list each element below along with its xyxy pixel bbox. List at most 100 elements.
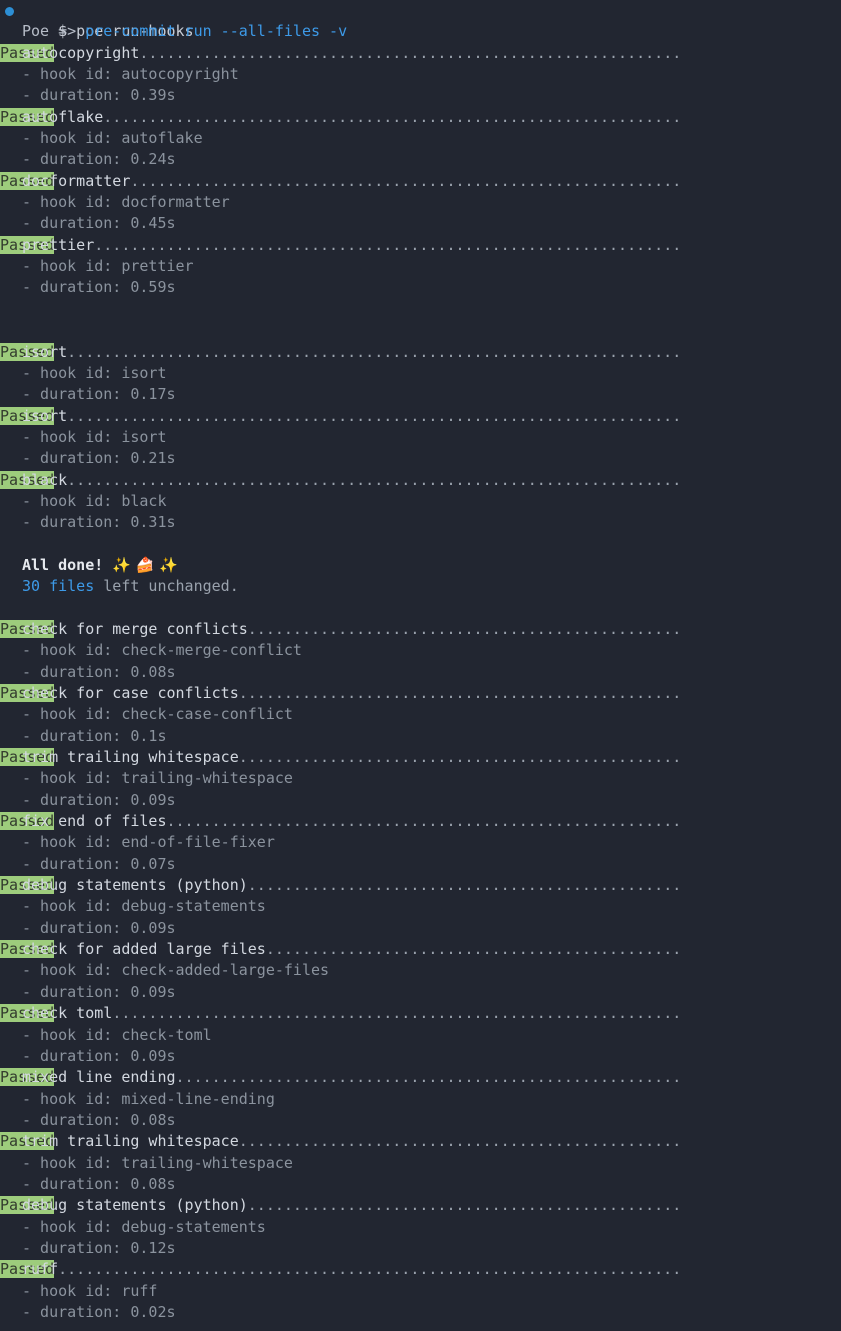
hook-name: ruff <box>22 1260 58 1278</box>
hook-duration-text: - duration: 0.1s <box>22 727 167 745</box>
hook-id-line: - hook id: debug-statements <box>0 896 841 917</box>
dot-leader: ........................................… <box>248 876 681 894</box>
poe-prefix-label: Poe => <box>22 22 85 40</box>
hook-duration-line: - duration: 0.09s <box>0 918 841 939</box>
hook-duration-text: - duration: 0.17s <box>22 385 176 403</box>
dot-leader: ........................................… <box>67 407 681 425</box>
hook-id-text: - hook id: prettier <box>22 257 194 275</box>
hook-name: debug statements (python) <box>22 876 248 894</box>
hook-duration-line: - duration: 0.09s <box>0 1046 841 1067</box>
hook-duration-text: - duration: 0.09s <box>22 983 176 1001</box>
hook-duration-text: - duration: 0.45s <box>22 214 176 232</box>
hook-id-text: - hook id: mixed-line-ending <box>22 1090 275 1108</box>
hook-duration-text: - duration: 0.09s <box>22 791 176 809</box>
hook-name: check for merge conflicts <box>22 620 248 638</box>
hook-id-line: - hook id: debug-statements <box>0 1217 841 1238</box>
hook-id-text: - hook id: check-added-large-files <box>22 961 329 979</box>
hook-id-line: - hook id: isort <box>0 427 841 448</box>
hook-duration-text: - duration: 0.02s <box>22 1303 176 1321</box>
hook-result-row: autocopyright...........................… <box>0 43 841 64</box>
hook-id-line: - hook id: trailing-whitespace <box>0 768 841 789</box>
hook-duration-line: - duration: 0.02s <box>0 1302 841 1323</box>
all-done-text: All done! <box>22 556 112 574</box>
hook-duration-text: - duration: 0.21s <box>22 449 176 467</box>
hook-id-text: - hook id: trailing-whitespace <box>22 1154 293 1172</box>
hook-duration-line: - duration: 0.12s <box>0 1238 841 1259</box>
hook-duration-line: - duration: 0.08s <box>0 1110 841 1131</box>
hook-id-text: - hook id: isort <box>22 428 167 446</box>
hook-name: trim trailing whitespace <box>22 748 239 766</box>
hook-duration-text: - duration: 0.09s <box>22 1047 176 1065</box>
hook-name: isort <box>22 407 67 425</box>
hook-duration-text: - duration: 0.24s <box>22 150 176 168</box>
dot-leader: ........................................… <box>94 236 681 254</box>
dot-leader: ........................................… <box>167 812 682 830</box>
poe-command-text: pre-commit run --all-files -v <box>85 22 347 40</box>
all-done-line: All done! ✨ 🍰 ✨ <box>0 555 841 576</box>
files-count-text: 30 files <box>22 577 94 595</box>
gap-line <box>0 534 841 555</box>
hook-id-line: - hook id: check-case-conflict <box>0 704 841 725</box>
hook-id-text: - hook id: debug-statements <box>22 897 266 915</box>
hook-id-line: - hook id: mixed-line-ending <box>0 1089 841 1110</box>
hook-result-row: docformatter............................… <box>0 171 841 192</box>
hook-result-row: check for case conflicts................… <box>0 683 841 704</box>
celebration-emoji: ✨ 🍰 ✨ <box>112 556 178 574</box>
hook-duration-line: - duration: 0.45s <box>0 213 841 234</box>
hook-duration-text: - duration: 0.08s <box>22 1175 176 1193</box>
files-unchanged-line: 30 files left unchanged. <box>0 576 841 597</box>
dot-leader: ........................................… <box>239 684 682 702</box>
dot-leader: ........................................… <box>112 1004 681 1022</box>
hook-id-line: - hook id: trailing-whitespace <box>0 1153 841 1174</box>
dot-leader: ........................................… <box>103 108 681 126</box>
hook-result-row: check for merge conflicts...............… <box>0 619 841 640</box>
hook-id-text: - hook id: autocopyright <box>22 65 239 83</box>
hook-name: check for added large files <box>22 940 266 958</box>
hook-duration-line: - duration: 0.31s <box>0 512 841 533</box>
hook-id-text: - hook id: trailing-whitespace <box>22 769 293 787</box>
dot-leader: ........................................… <box>239 1132 682 1150</box>
hook-id-line: - hook id: isort <box>0 363 841 384</box>
dot-leader: ........................................… <box>58 1260 681 1278</box>
hook-result-row: debug statements (python)...............… <box>0 875 841 896</box>
hook-id-text: - hook id: check-case-conflict <box>22 705 293 723</box>
hook-duration-text: - duration: 0.08s <box>22 663 176 681</box>
hook-duration-line: - duration: 0.21s <box>0 448 841 469</box>
hook-id-line: - hook id: prettier <box>0 256 841 277</box>
dot-leader: ........................................… <box>266 940 681 958</box>
hook-duration-text: - duration: 0.12s <box>22 1239 176 1257</box>
hook-result-row: check for added large files.............… <box>0 939 841 960</box>
dot-leader: ........................................… <box>248 1196 681 1214</box>
hook-name: debug statements (python) <box>22 1196 248 1214</box>
hook-id-text: - hook id: docformatter <box>22 193 230 211</box>
hook-duration-line: - duration: 0.08s <box>0 662 841 683</box>
hook-duration-line: - duration: 0.24s <box>0 149 841 170</box>
hook-duration-line: - duration: 0.59s <box>0 277 841 298</box>
hook-result-row: autoflake...............................… <box>0 107 841 128</box>
hook-name: docformatter <box>22 172 130 190</box>
hook-id-line: - hook id: autocopyright <box>0 64 841 85</box>
hook-result-row: debug statements (python)...............… <box>0 1195 841 1216</box>
hook-result-row: trim trailing whitespace................… <box>0 747 841 768</box>
hook-duration-text: - duration: 0.08s <box>22 1111 176 1129</box>
dot-leader: ........................................… <box>139 44 681 62</box>
gap-line <box>0 598 841 619</box>
hook-id-text: - hook id: ruff <box>22 1282 157 1300</box>
hook-result-row: isort...................................… <box>0 342 841 363</box>
hook-name: check toml <box>22 1004 112 1022</box>
hook-id-line: - hook id: check-toml <box>0 1025 841 1046</box>
gap-line <box>0 299 841 320</box>
hook-results-list: autocopyright...........................… <box>0 43 841 1324</box>
hook-duration-text: - duration: 0.07s <box>22 855 176 873</box>
hook-id-line: - hook id: check-merge-conflict <box>0 640 841 661</box>
hook-id-line: - hook id: black <box>0 491 841 512</box>
hook-id-line: - hook id: end-of-file-fixer <box>0 832 841 853</box>
hook-name: trim trailing whitespace <box>22 1132 239 1150</box>
hook-duration-line: - duration: 0.17s <box>0 384 841 405</box>
hook-duration-text: - duration: 0.39s <box>22 86 176 104</box>
gap-line <box>0 320 841 341</box>
hook-duration-text: - duration: 0.59s <box>22 278 176 296</box>
hook-result-row: mixed line ending.......................… <box>0 1067 841 1088</box>
dot-leader: ........................................… <box>67 343 681 361</box>
hook-duration-line: - duration: 0.08s <box>0 1174 841 1195</box>
